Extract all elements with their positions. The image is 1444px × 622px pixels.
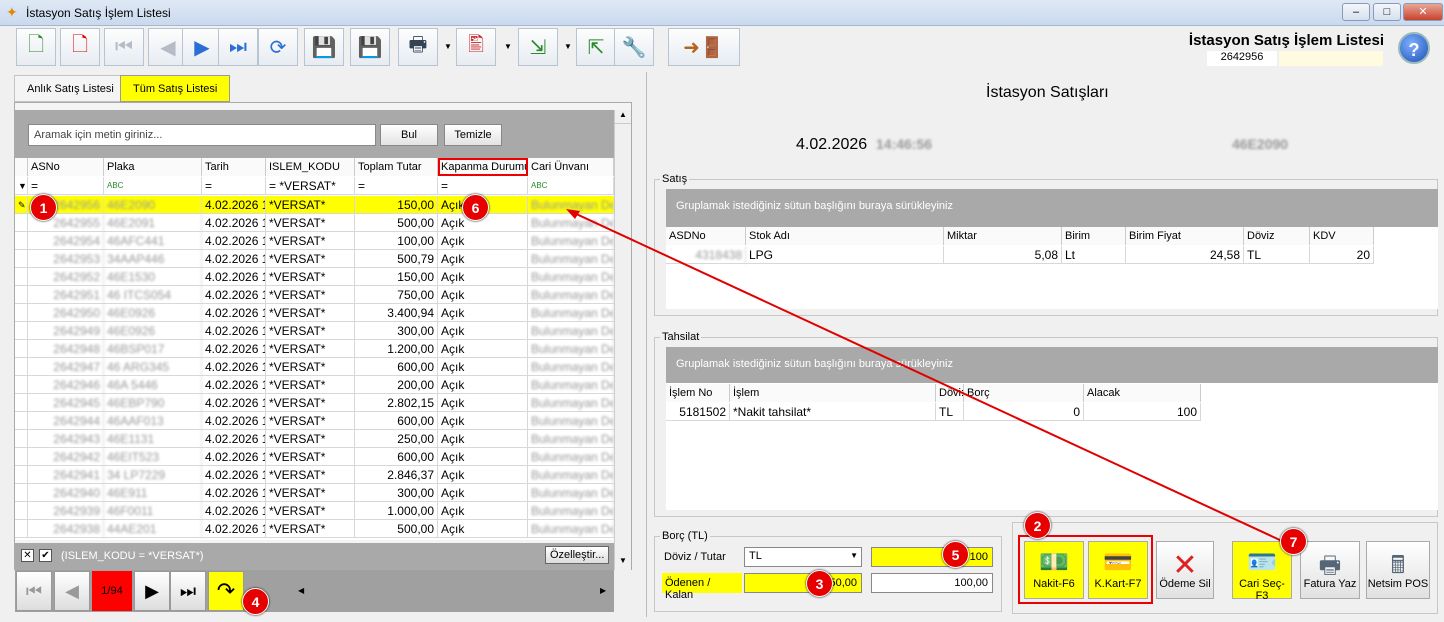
annotation-arrow xyxy=(566,209,1283,542)
badge-4: 4 xyxy=(242,588,269,615)
arrow-line xyxy=(571,211,1283,542)
arrow-head xyxy=(566,209,580,219)
badge-3: 3 xyxy=(806,570,833,597)
badge-5: 5 xyxy=(942,541,969,568)
badge-7: 7 xyxy=(1280,528,1307,555)
badge-6: 6 xyxy=(462,194,489,221)
badge-2: 2 xyxy=(1024,512,1051,539)
badge-1: 1 xyxy=(30,194,57,221)
